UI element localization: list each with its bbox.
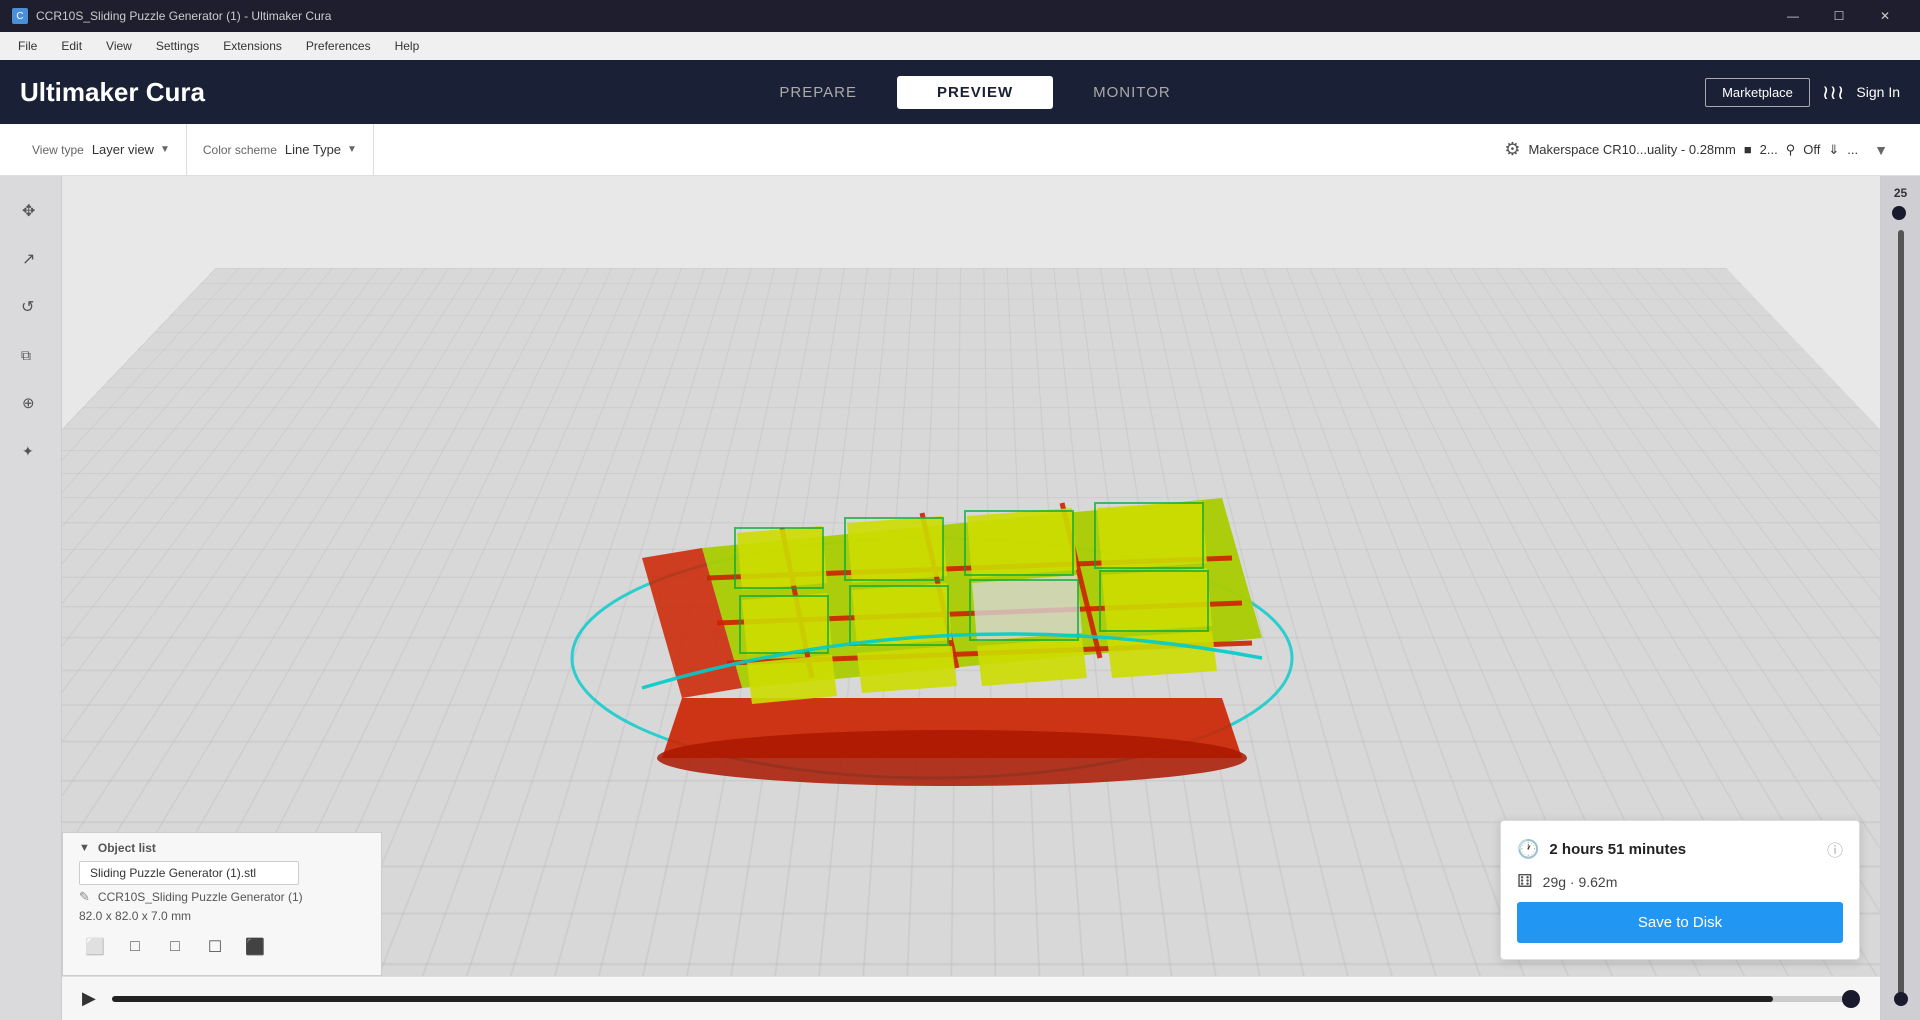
menu-edit[interactable]: Edit bbox=[51, 35, 92, 57]
per-model-tool[interactable]: ⊕ bbox=[9, 380, 53, 424]
tab-prepare[interactable]: PREPARE bbox=[739, 76, 897, 109]
support-icon: ⚲ bbox=[1786, 142, 1796, 158]
object-list-label: Object list bbox=[98, 841, 156, 855]
svg-text:↺: ↺ bbox=[21, 299, 34, 316]
svg-text:✥: ✥ bbox=[22, 203, 35, 220]
object-file-row: Sliding Puzzle Generator (1).stl bbox=[79, 861, 365, 885]
extruder-label: 2... bbox=[1760, 142, 1778, 157]
svg-text:↗: ↗ bbox=[22, 251, 35, 268]
support-label: Off bbox=[1803, 142, 1820, 157]
app-icon: C bbox=[12, 8, 28, 24]
printer-info: ⚙ Makerspace CR10...uality - 0.28mm ■ 2.… bbox=[1504, 139, 1858, 160]
print-time: 2 hours 51 minutes bbox=[1549, 841, 1686, 858]
move-tool[interactable]: ✥ bbox=[9, 188, 53, 232]
header-right: Marketplace ≀≀≀ Sign In bbox=[1705, 78, 1900, 107]
view-shape-open[interactable]: ☐ bbox=[199, 931, 231, 963]
maximize-button[interactable]: ☐ bbox=[1816, 0, 1862, 32]
edit-icon[interactable]: ✎ bbox=[79, 889, 90, 905]
view-type-arrow-icon: ▼ bbox=[160, 144, 170, 155]
info-button[interactable]: ⓘ bbox=[1827, 837, 1843, 861]
grid-icon[interactable]: ≀≀≀ bbox=[1822, 80, 1845, 105]
viewport-container: ✥ ↗ ↺ ⧉ ⊕ ✦ bbox=[0, 176, 1920, 1020]
layer-slider-top-thumb[interactable] bbox=[1892, 206, 1906, 220]
tab-preview[interactable]: PREVIEW bbox=[897, 76, 1053, 109]
titlebar: C CCR10S_Sliding Puzzle Generator (1) - … bbox=[0, 0, 1920, 32]
menu-preferences[interactable]: Preferences bbox=[296, 35, 381, 57]
color-scheme-group: Color scheme Line Type ▼ bbox=[187, 124, 374, 175]
toolbar-right: ⚙ Makerspace CR10...uality - 0.28mm ■ 2.… bbox=[374, 139, 1904, 160]
color-scheme-dropdown[interactable]: Line Type ▼ bbox=[285, 142, 357, 157]
filament-icon: ⚅ bbox=[1517, 871, 1533, 892]
view-type-dropdown[interactable]: Layer view ▼ bbox=[92, 142, 170, 157]
view-shape-side[interactable]: □ bbox=[159, 931, 191, 963]
3d-model bbox=[542, 318, 1322, 878]
left-tool-panel: ✥ ↗ ↺ ⧉ ⊕ ✦ bbox=[0, 176, 62, 1020]
svg-text:✦: ✦ bbox=[22, 443, 34, 459]
rotate-tool[interactable]: ↺ bbox=[9, 284, 53, 328]
save-to-disk-button[interactable]: Save to Disk bbox=[1517, 902, 1843, 943]
svg-text:⊕: ⊕ bbox=[22, 395, 35, 412]
object-dimensions: 82.0 x 82.0 x 7.0 mm bbox=[79, 909, 365, 923]
app-logo: Ultimaker Cura bbox=[20, 77, 205, 108]
object-list-header: ▼ Object list bbox=[79, 841, 365, 855]
playback-bar: ▶ bbox=[62, 976, 1880, 1020]
layer-progress-thumb[interactable] bbox=[1842, 990, 1860, 1008]
view-shape-buttons: ⬜ □ □ ☐ ⬛ bbox=[79, 931, 365, 963]
object-list-panel: ▼ Object list Sliding Puzzle Generator (… bbox=[62, 832, 382, 976]
svg-text:⧉: ⧉ bbox=[21, 347, 31, 363]
signin-button[interactable]: Sign In bbox=[1856, 84, 1900, 100]
header: Ultimaker Cura PREPARE PREVIEW MONITOR M… bbox=[0, 60, 1920, 124]
object-subname: CCR10S_Sliding Puzzle Generator (1) bbox=[98, 890, 303, 904]
more-options[interactable]: ... bbox=[1847, 142, 1858, 157]
printer-name: Makerspace CR10...uality - 0.28mm bbox=[1528, 142, 1735, 157]
view-shape-solid[interactable]: ⬛ bbox=[239, 931, 271, 963]
scale-tool[interactable]: ↗ bbox=[9, 236, 53, 280]
layer-slider-bottom-thumb[interactable] bbox=[1894, 992, 1908, 1006]
menubar: File Edit View Settings Extensions Prefe… bbox=[0, 32, 1920, 60]
logo-text-bold: Cura bbox=[146, 77, 205, 107]
extruder-info: ■ bbox=[1744, 142, 1752, 157]
menu-extensions[interactable]: Extensions bbox=[213, 35, 292, 57]
window-title: CCR10S_Sliding Puzzle Generator (1) - Ul… bbox=[36, 9, 1762, 23]
color-scheme-value: Line Type bbox=[285, 142, 341, 157]
download-icon: ⇓ bbox=[1828, 142, 1839, 158]
menu-settings[interactable]: Settings bbox=[146, 35, 209, 57]
view-type-label: View type bbox=[32, 143, 84, 157]
color-scheme-label: Color scheme bbox=[203, 143, 277, 157]
time-row: 🕐 2 hours 51 minutes ⓘ bbox=[1517, 837, 1843, 861]
object-name-row: ✎ CCR10S_Sliding Puzzle Generator (1) bbox=[79, 889, 365, 905]
menu-file[interactable]: File bbox=[8, 35, 47, 57]
layer-progress-track[interactable] bbox=[112, 996, 1860, 1002]
mirror-tool[interactable]: ⧉ bbox=[9, 332, 53, 376]
print-weight: 29g · 9.62m bbox=[1543, 874, 1618, 890]
info-panel: 🕐 2 hours 51 minutes ⓘ ⚅ 29g · 9.62m Sav… bbox=[1500, 820, 1860, 960]
collapse-icon[interactable]: ▼ bbox=[79, 842, 90, 854]
layer-top-number: 25 bbox=[1894, 186, 1907, 200]
marketplace-button[interactable]: Marketplace bbox=[1705, 78, 1810, 107]
object-file-name: Sliding Puzzle Generator (1).stl bbox=[79, 861, 299, 885]
view-shape-cube[interactable]: ⬜ bbox=[79, 931, 111, 963]
layer-slider[interactable]: 25 bbox=[1880, 176, 1920, 1020]
view-shape-front[interactable]: □ bbox=[119, 931, 151, 963]
view-type-group: View type Layer view ▼ bbox=[16, 124, 187, 175]
logo-text-regular: Ultimaker bbox=[20, 77, 139, 107]
layer-progress-fill bbox=[112, 996, 1773, 1002]
layer-slider-track[interactable] bbox=[1898, 230, 1904, 1006]
color-scheme-arrow-icon: ▼ bbox=[347, 144, 357, 155]
time-icon: 🕐 bbox=[1517, 839, 1539, 860]
expand-arrow-icon[interactable]: ▼ bbox=[1874, 142, 1888, 158]
menu-help[interactable]: Help bbox=[385, 35, 430, 57]
close-button[interactable]: ✕ bbox=[1862, 0, 1908, 32]
nav-tabs: PREPARE PREVIEW MONITOR bbox=[245, 76, 1705, 109]
support-tool[interactable]: ✦ bbox=[9, 428, 53, 472]
tab-monitor[interactable]: MONITOR bbox=[1053, 76, 1211, 109]
window-controls: — ☐ ✕ bbox=[1770, 0, 1908, 32]
toolbar: View type Layer view ▼ Color scheme Line… bbox=[0, 124, 1920, 176]
play-button[interactable]: ▶ bbox=[82, 988, 96, 1009]
minimize-button[interactable]: — bbox=[1770, 0, 1816, 32]
menu-view[interactable]: View bbox=[96, 35, 142, 57]
weight-row: ⚅ 29g · 9.62m bbox=[1517, 871, 1843, 892]
printer-settings-icon: ⚙ bbox=[1504, 139, 1520, 160]
view-type-value: Layer view bbox=[92, 142, 154, 157]
